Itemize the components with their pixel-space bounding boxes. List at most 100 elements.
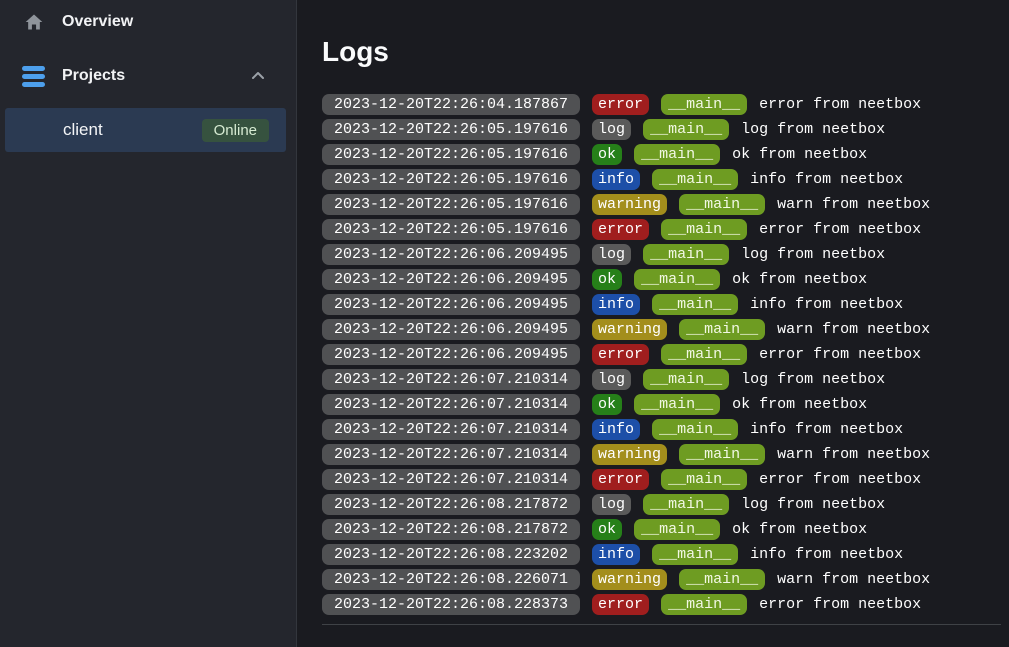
log-module-badge: __main__ (661, 594, 747, 615)
log-level-badge: ok (592, 144, 622, 165)
log-module-badge: __main__ (634, 394, 720, 415)
log-message: log from neetbox (741, 494, 885, 515)
log-module-badge: __main__ (679, 319, 765, 340)
log-message: info from neetbox (750, 294, 903, 315)
log-level-badge: log (592, 119, 631, 140)
log-module-badge: __main__ (634, 144, 720, 165)
log-message: ok from neetbox (732, 144, 867, 165)
log-timestamp-badge: 2023-12-20T22:26:08.228373 (322, 594, 580, 615)
log-module-badge: __main__ (661, 469, 747, 490)
log-timestamp-badge: 2023-12-20T22:26:07.210314 (322, 369, 580, 390)
sidebar-item-client[interactable]: client Online (5, 108, 286, 152)
log-module-badge: __main__ (643, 494, 729, 515)
log-level-badge: ok (592, 519, 622, 540)
log-row: 2023-12-20T22:26:06.209495 log __main__ … (322, 244, 1001, 265)
log-row: 2023-12-20T22:26:08.217872 ok __main__ o… (322, 519, 1001, 540)
log-message: error from neetbox (759, 344, 921, 365)
log-module-badge: __main__ (652, 169, 738, 190)
log-row: 2023-12-20T22:26:07.210314 log __main__ … (322, 369, 1001, 390)
log-message: ok from neetbox (732, 519, 867, 540)
log-timestamp-badge: 2023-12-20T22:26:06.209495 (322, 269, 580, 290)
projects-list-icon (22, 65, 45, 88)
log-timestamp-badge: 2023-12-20T22:26:08.217872 (322, 494, 580, 515)
log-level-badge: log (592, 244, 631, 265)
log-level-badge: error (592, 594, 649, 615)
log-module-badge: __main__ (652, 419, 738, 440)
log-module-badge: __main__ (652, 294, 738, 315)
log-timestamp-badge: 2023-12-20T22:26:05.197616 (322, 144, 580, 165)
log-timestamp-badge: 2023-12-20T22:26:06.209495 (322, 319, 580, 340)
log-message: ok from neetbox (732, 394, 867, 415)
log-message: warn from neetbox (777, 569, 930, 590)
log-message: log from neetbox (741, 369, 885, 390)
log-level-badge: error (592, 469, 649, 490)
log-timestamp-badge: 2023-12-20T22:26:08.223202 (322, 544, 580, 565)
log-timestamp-badge: 2023-12-20T22:26:05.197616 (322, 169, 580, 190)
log-module-badge: __main__ (661, 94, 747, 115)
log-list: 2023-12-20T22:26:04.187867 error __main_… (322, 94, 1001, 615)
log-module-badge: __main__ (643, 244, 729, 265)
home-icon (22, 11, 45, 34)
log-module-badge: __main__ (634, 519, 720, 540)
log-message: warn from neetbox (777, 194, 930, 215)
log-row: 2023-12-20T22:26:05.197616 error __main_… (322, 219, 1001, 240)
log-level-badge: log (592, 494, 631, 515)
log-message: info from neetbox (750, 419, 903, 440)
log-module-badge: __main__ (652, 544, 738, 565)
log-row: 2023-12-20T22:26:07.210314 error __main_… (322, 469, 1001, 490)
project-name: client (63, 120, 103, 140)
log-message: log from neetbox (741, 119, 885, 140)
log-module-badge: __main__ (634, 269, 720, 290)
log-level-badge: error (592, 344, 649, 365)
sidebar-item-label: Overview (62, 13, 133, 31)
log-message: log from neetbox (741, 244, 885, 265)
log-row: 2023-12-20T22:26:06.209495 info __main__… (322, 294, 1001, 315)
log-row: 2023-12-20T22:26:06.209495 ok __main__ o… (322, 269, 1001, 290)
log-level-badge: ok (592, 394, 622, 415)
log-timestamp-badge: 2023-12-20T22:26:07.210314 (322, 419, 580, 440)
log-timestamp-badge: 2023-12-20T22:26:05.197616 (322, 219, 580, 240)
log-timestamp-badge: 2023-12-20T22:26:07.210314 (322, 394, 580, 415)
log-row: 2023-12-20T22:26:05.197616 log __main__ … (322, 119, 1001, 140)
log-timestamp-badge: 2023-12-20T22:26:06.209495 (322, 244, 580, 265)
log-row: 2023-12-20T22:26:08.228373 error __main_… (322, 594, 1001, 615)
log-row: 2023-12-20T22:26:07.210314 warning __mai… (322, 444, 1001, 465)
log-level-badge: warning (592, 444, 667, 465)
sidebar: Overview Projects client Online (0, 0, 297, 647)
log-row: 2023-12-20T22:26:08.223202 info __main__… (322, 544, 1001, 565)
status-badge: Online (202, 119, 269, 142)
log-row: 2023-12-20T22:26:05.197616 ok __main__ o… (322, 144, 1001, 165)
log-level-badge: warning (592, 569, 667, 590)
log-module-badge: __main__ (661, 219, 747, 240)
log-level-badge: ok (592, 269, 622, 290)
log-level-badge: warning (592, 319, 667, 340)
log-module-badge: __main__ (679, 194, 765, 215)
log-timestamp-badge: 2023-12-20T22:26:05.197616 (322, 194, 580, 215)
log-level-badge: info (592, 419, 640, 440)
sidebar-item-projects[interactable]: Projects (0, 54, 296, 98)
log-message: ok from neetbox (732, 269, 867, 290)
chevron-up-icon[interactable] (250, 68, 266, 84)
log-list-bottom-divider (322, 624, 1001, 625)
log-timestamp-badge: 2023-12-20T22:26:06.209495 (322, 344, 580, 365)
log-level-badge: info (592, 169, 640, 190)
log-level-badge: error (592, 94, 649, 115)
log-timestamp-badge: 2023-12-20T22:26:06.209495 (322, 294, 580, 315)
log-level-badge: error (592, 219, 649, 240)
log-timestamp-badge: 2023-12-20T22:26:07.210314 (322, 444, 580, 465)
log-level-badge: warning (592, 194, 667, 215)
sidebar-item-label: Projects (62, 67, 125, 85)
log-level-badge: info (592, 544, 640, 565)
log-row: 2023-12-20T22:26:06.209495 warning __mai… (322, 319, 1001, 340)
log-module-badge: __main__ (643, 119, 729, 140)
log-row: 2023-12-20T22:26:04.187867 error __main_… (322, 94, 1001, 115)
log-level-badge: info (592, 294, 640, 315)
sidebar-item-overview[interactable]: Overview (0, 0, 296, 44)
log-timestamp-badge: 2023-12-20T22:26:08.226071 (322, 569, 580, 590)
log-message: info from neetbox (750, 169, 903, 190)
log-row: 2023-12-20T22:26:05.197616 warning __mai… (322, 194, 1001, 215)
log-row: 2023-12-20T22:26:05.197616 info __main__… (322, 169, 1001, 190)
log-module-badge: __main__ (643, 369, 729, 390)
log-row: 2023-12-20T22:26:08.217872 log __main__ … (322, 494, 1001, 515)
log-row: 2023-12-20T22:26:07.210314 info __main__… (322, 419, 1001, 440)
